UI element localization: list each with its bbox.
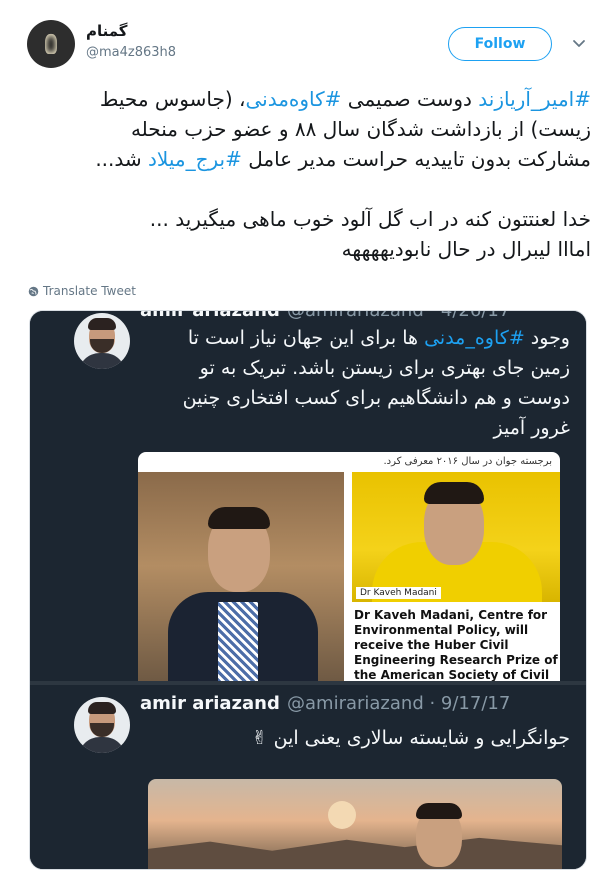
portrait-photo-right: Dr Kaveh Madani bbox=[352, 472, 560, 602]
text-segment: زیست) از بازداشت شدگان سال ۸۸ و عضو حزب … bbox=[130, 117, 591, 141]
user-handle[interactable]: @ma4z863h8 bbox=[86, 45, 176, 60]
tweet-header: گمنام @ma4z863h8 Follow bbox=[0, 0, 615, 80]
user-avatar[interactable] bbox=[27, 20, 75, 68]
text-segment: دوست صمیمی bbox=[341, 87, 479, 111]
embedded-handle: @amirariazand · 4/26/17 bbox=[287, 310, 511, 321]
hashtag-link[interactable]: #کاوه‌مدنی bbox=[245, 87, 341, 111]
text-segment: وجود bbox=[524, 327, 570, 349]
text-segment: شد... bbox=[95, 147, 149, 171]
embedded-text-line: زمین جای بهتری برای زیستن باشد. تبریک به… bbox=[130, 353, 570, 383]
tweet-text-line: زیست) از بازداشت شدگان سال ۸۸ و عضو حزب … bbox=[25, 114, 591, 144]
tweet-text-line: #امیر_آریازند دوست صمیمی #کاوه‌مدنی، (جا… bbox=[25, 84, 591, 114]
photo-label: Dr Kaveh Madani bbox=[356, 587, 441, 599]
hashtag-link[interactable]: #برج_میلاد bbox=[148, 147, 242, 171]
embedded-tweet-text: جوانگرایی و شایسته سالاری یعنی این ✌ bbox=[251, 727, 570, 749]
text-segment: ها برای این جهان نیاز است تا bbox=[187, 327, 425, 349]
embedded-name: amir ariazand bbox=[140, 693, 280, 714]
embedded-name: amir ariazand bbox=[140, 310, 280, 321]
tweet-text-line: امااا لیبرال در حال نابودیههههه bbox=[25, 234, 591, 264]
embedded-text-line: غرور آمیز bbox=[130, 413, 570, 443]
display-name[interactable]: گمنام bbox=[86, 22, 128, 40]
embedded-text-line: دوست و هم دانشگاهیم برای کسب افتخاری چنی… bbox=[130, 383, 570, 413]
text-segment: غرور آمیز bbox=[493, 417, 570, 439]
embedded-tweet-text: وجود #کاوه_مدنی ها برای این جهان نیاز اس… bbox=[130, 323, 570, 443]
text-segment: ، (جاسوس محیط bbox=[99, 87, 246, 111]
hashtag-link[interactable]: #کاوه_مدنی bbox=[424, 327, 525, 349]
text-segment: امااا لیبرال در حال نابودیههههه bbox=[341, 237, 591, 261]
embedded-text-line: وجود #کاوه_مدنی ها برای این جهان نیاز اس… bbox=[130, 323, 570, 353]
text-segment: مشارکت بدون تاییدیه حراست مدیر عامل bbox=[241, 147, 591, 171]
hashtag-link[interactable]: #امیر_آریازند bbox=[478, 87, 591, 111]
tweet-media-image[interactable]: amir ariazand @amirariazand · 4/26/17 وج… bbox=[29, 310, 587, 870]
embedded-tweet-2: amir ariazand @amirariazand · 9/17/17 جو… bbox=[30, 685, 586, 869]
embedded-photo: برجسته جوان در سال ۲۰۱۶ معرفی کرد. Dr Ka… bbox=[138, 452, 560, 681]
embedded-handle: @amirariazand · 9/17/17 bbox=[287, 693, 511, 714]
embedded-avatar bbox=[74, 697, 130, 753]
photo-description: Dr Kaveh Madani, Centre for Environmenta… bbox=[354, 608, 558, 681]
translate-tweet-label: Translate Tweet bbox=[43, 284, 136, 298]
globe-icon bbox=[28, 286, 39, 296]
text-segment: خدا لعنتتون کنه در اب گل آلود خوب ماهی م… bbox=[149, 207, 591, 231]
photo-caption: برجسته جوان در سال ۲۰۱۶ معرفی کرد. bbox=[383, 456, 552, 467]
embedded-tweet-1: amir ariazand @amirariazand · 4/26/17 وج… bbox=[30, 310, 586, 681]
tweet-text-line bbox=[25, 174, 591, 204]
text-segment: دوست و هم دانشگاهیم برای کسب افتخاری چنی… bbox=[182, 387, 570, 409]
portrait-photo-left bbox=[138, 472, 344, 681]
embedded-photo bbox=[148, 779, 562, 869]
tweet-text-line: مشارکت بدون تاییدیه حراست مدیر عامل #برج… bbox=[25, 144, 591, 174]
translate-tweet-link[interactable]: Translate Tweet bbox=[28, 284, 136, 298]
chevron-down-icon[interactable] bbox=[571, 35, 589, 53]
embedded-avatar bbox=[74, 313, 130, 369]
text-segment: زمین جای بهتری برای زیستن باشد. تبریک به… bbox=[199, 357, 570, 379]
tweet-text-line: خدا لعنتتون کنه در اب گل آلود خوب ماهی م… bbox=[25, 204, 591, 234]
tweet-text: #امیر_آریازند دوست صمیمی #کاوه‌مدنی، (جا… bbox=[25, 84, 591, 264]
follow-button[interactable]: Follow bbox=[448, 27, 552, 61]
